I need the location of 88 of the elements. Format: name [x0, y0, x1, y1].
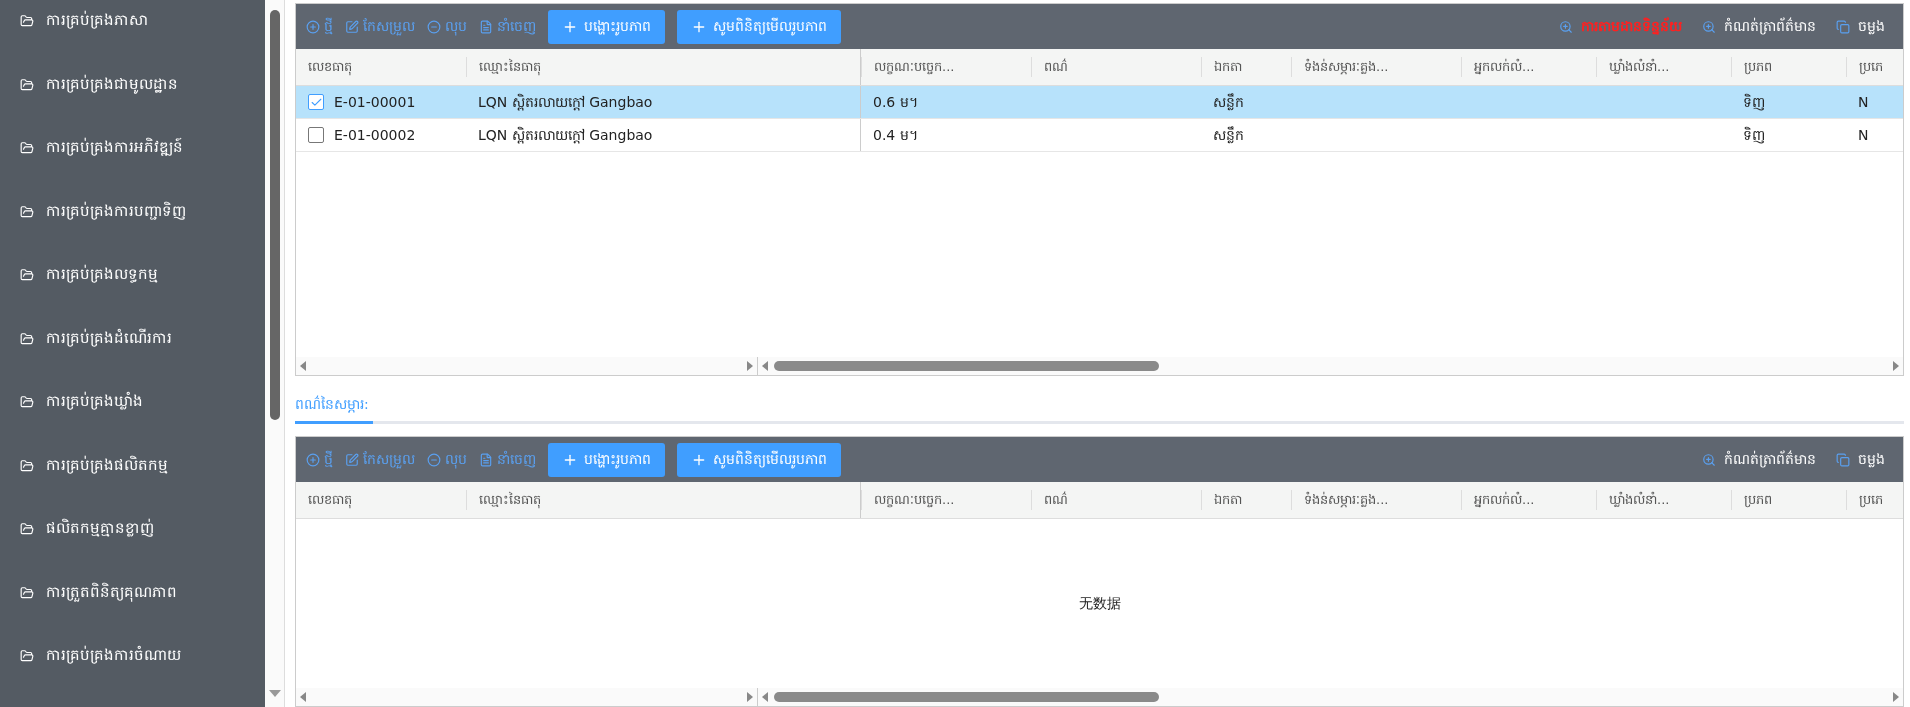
sidebar-item[interactable]: ការគ្រប់គ្រងដំណើរការ [0, 320, 265, 384]
column-header: ឈ្មោះនៃធាតុ [479, 491, 541, 510]
column-header: ប្រភព [1744, 491, 1772, 510]
toolbar-action[interactable]: កំណត់ត្រាព័ត៌មាន [1702, 16, 1816, 37]
sidebar-item[interactable]: ការគ្រប់គ្រងការអភិវឌ្ឍន៍ [0, 130, 265, 194]
table-cell-text: ទិញ [1743, 92, 1765, 113]
sidebar-item[interactable]: ការគ្រប់គ្រងភាសា [0, 3, 265, 67]
remove-icon [427, 19, 441, 34]
sidebar-item[interactable]: ការគ្រប់គ្រងឃ្លាំង [0, 384, 265, 448]
document-icon [479, 19, 493, 34]
column-header: លក្ខណៈបច្ចេក... [874, 491, 955, 510]
toolbar-action[interactable]: កំណត់ត្រាព័ត៌មាន [1702, 449, 1816, 470]
table-cell-text: 0.4 ម។ [873, 125, 918, 145]
column-header: អ្នកលក់លំ... [1474, 490, 1535, 510]
folder-icon [20, 395, 34, 409]
row-checkbox[interactable] [308, 94, 324, 110]
table-cell-text: LQN ស្ពិតរលាយក្តៅ Gangbao [478, 125, 653, 146]
table-row[interactable]: E-01-00002 LQN ស្ពិតរលាយក្តៅ Gangbao 0.4 ម។ សន្លឹក ទិញ N [296, 119, 1903, 152]
add-icon [306, 19, 320, 34]
zoom-icon [1702, 452, 1716, 467]
scroll-left-icon [762, 692, 768, 702]
zoom-icon [1559, 19, 1573, 34]
column-header: លក្ខណៈបច្ចេក... [874, 58, 955, 77]
column-header: លេខធាតុ [308, 58, 352, 77]
column-header: ឯកតា [1214, 58, 1242, 77]
sidebar-item[interactable]: ផលិតកម្មគ្មានខ្លាញ់ [0, 511, 265, 575]
column-header: ឯកតា [1214, 491, 1242, 510]
column-header: ពណ៌ [1044, 490, 1068, 510]
folder-icon [20, 649, 34, 663]
column-header: ឃ្លាំងលំនាំ... [1609, 490, 1670, 510]
scroll-thumb[interactable] [774, 692, 1159, 702]
edit-icon [345, 19, 359, 34]
folder-icon [20, 331, 34, 346]
column-header: លេខធាតុ [308, 491, 352, 510]
scroll-thumb[interactable] [269, 10, 280, 420]
scroll-down-icon [268, 690, 281, 697]
remove-icon [427, 452, 441, 467]
sidebar-item[interactable]: ការគ្រប់គ្រងលទ្ធកម្ម [0, 257, 265, 321]
row-checkbox[interactable] [308, 127, 324, 143]
scroll-right-icon [747, 361, 753, 371]
scroll-right-icon [1893, 692, 1899, 702]
column-header: អ្នកលក់លំ... [1474, 57, 1535, 77]
table-cell-text: LQN ស្ពិតរលាយក្តៅ Gangbao [478, 92, 653, 113]
table-cell-text: ទិញ [1743, 125, 1765, 146]
table-row[interactable]: E-01-00001 LQN ស្ពិតរលាយក្តៅ Gangbao 0.6 ម។ សន្លឹក ទិញ N [296, 86, 1903, 119]
folder-icon [20, 585, 34, 600]
table-cell-text: E-01-00001 [334, 92, 416, 112]
table-cell-text: E-01-00002 [334, 125, 416, 145]
table-cell-text: N [1858, 92, 1869, 112]
toolbar-action[interactable]: ចម្លង [1836, 449, 1885, 470]
empty-message: 无数据 [1078, 594, 1121, 613]
column-header: ទំងន់សម្ភារៈគ្លង... [1304, 490, 1389, 510]
scroll-left-icon [762, 361, 768, 371]
edit-icon [345, 452, 359, 467]
scroll-left-icon [300, 361, 306, 371]
table-cell-text: សន្លឹក [1213, 125, 1244, 146]
sidebar-item[interactable]: ការគ្រប់គ្រងការចំណាយ [0, 638, 265, 702]
column-header: ប្រភេ [1859, 58, 1883, 77]
copy-icon [1836, 452, 1850, 467]
sidebar-item[interactable]: ការគ្រប់គ្រងការបញ្ជាទិញ [0, 193, 265, 257]
table-cell-text: 0.6 ម។ [873, 92, 918, 112]
scroll-left-icon [300, 692, 306, 702]
scroll-thumb[interactable] [774, 361, 1159, 371]
table-cell-text: សន្លឹក [1213, 92, 1244, 113]
document-icon [479, 452, 493, 467]
copy-icon [1836, 19, 1850, 34]
folder-icon [20, 141, 34, 155]
column-header: ឃ្លាំងលំនាំ... [1609, 57, 1670, 77]
scroll-right-icon [1893, 361, 1899, 371]
sidebar-item[interactable]: ការគ្រប់គ្រងជាមូលដ្ឋាន [0, 66, 265, 130]
column-header: ឈ្មោះនៃធាតុ [479, 58, 541, 77]
zoom-icon [1702, 19, 1716, 34]
scroll-right-icon [747, 692, 753, 702]
column-header: ពណ៌ [1044, 57, 1068, 77]
folder-icon [20, 77, 34, 92]
table-cell-text: N [1858, 125, 1869, 145]
sidebar-item[interactable]: ការគ្រប់គ្រងផលិតកម្ម [0, 447, 265, 511]
column-header: ទំងន់សម្ភារៈគ្លង... [1304, 57, 1389, 77]
column-header: ប្រភេ [1859, 491, 1883, 510]
folder-icon [20, 458, 34, 473]
toolbar-action[interactable]: ចម្លង [1836, 16, 1885, 37]
folder-icon [20, 14, 34, 28]
folder-icon [20, 522, 34, 536]
column-header: ប្រភព [1744, 58, 1772, 77]
sidebar-item[interactable]: ការត្រួតពិនិត្យគុណភាព [0, 574, 265, 638]
folder-icon [20, 204, 34, 219]
folder-icon [20, 268, 34, 282]
add-icon [306, 452, 320, 467]
